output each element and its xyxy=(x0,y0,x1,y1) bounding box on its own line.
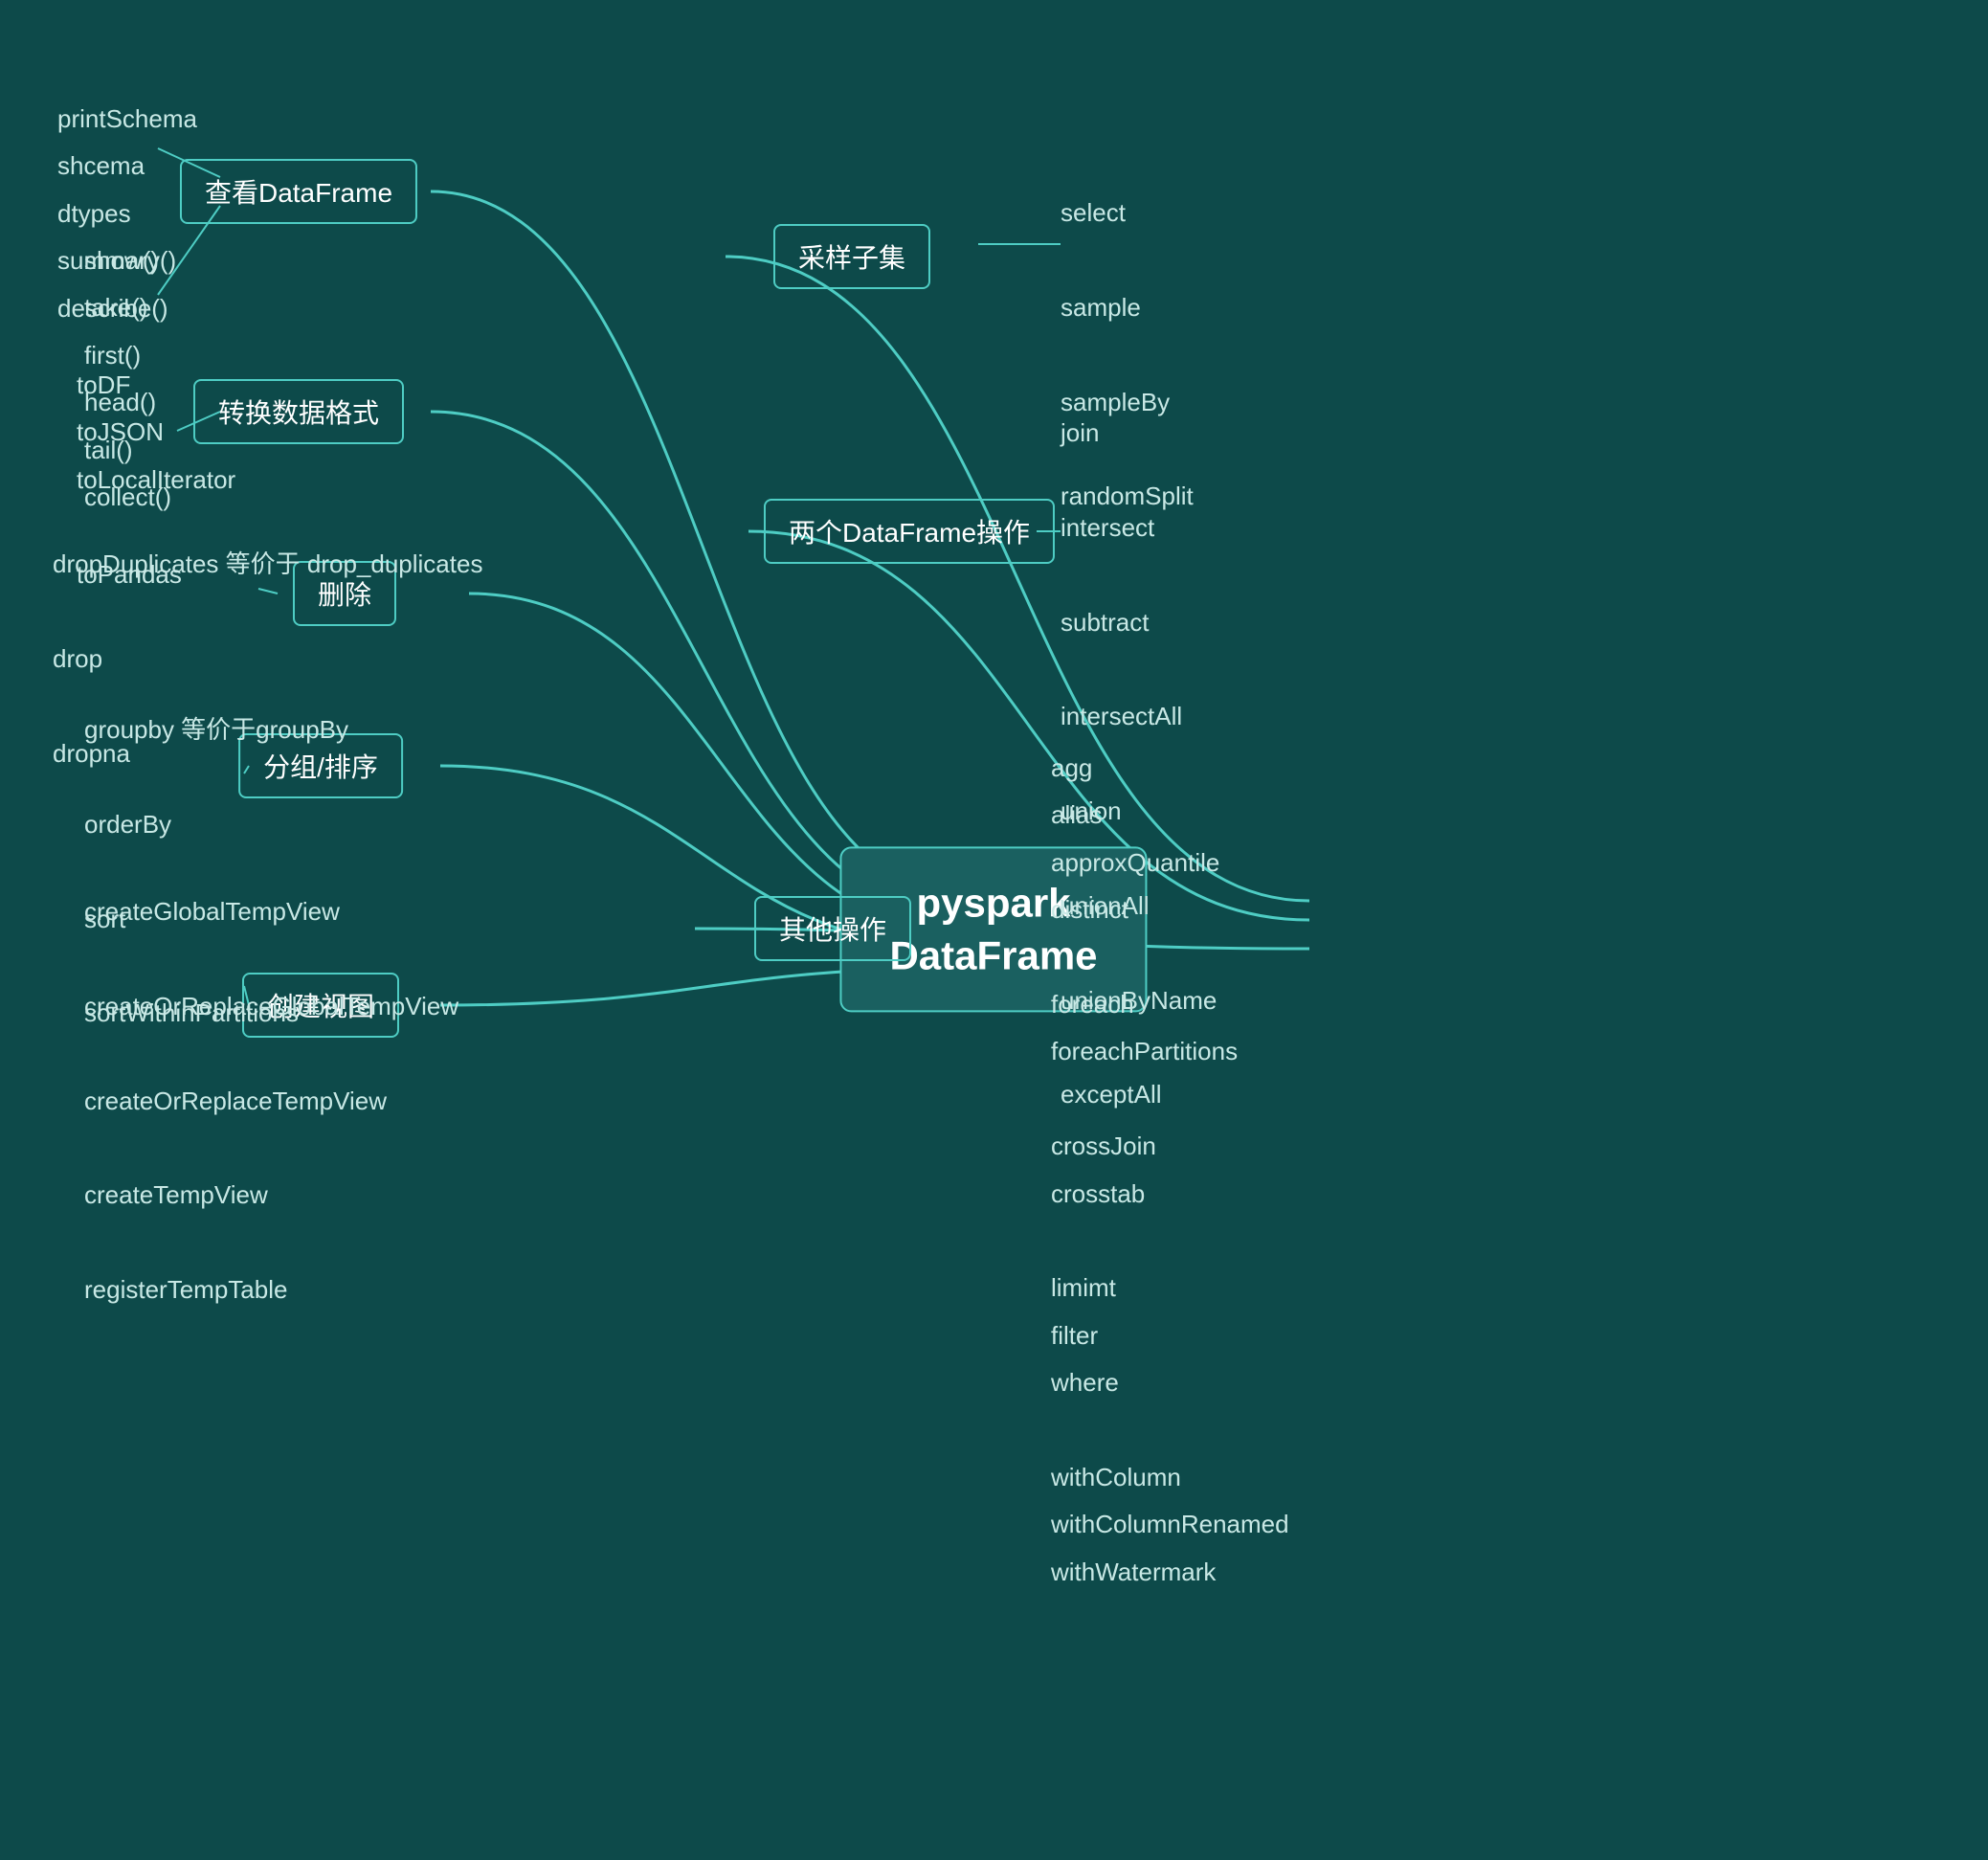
node-view-label: 查看DataFrame xyxy=(180,159,417,224)
leaf-other: aggaliasapproxQuantiledistinctforeachfor… xyxy=(1051,745,1289,1596)
mind-map: pysparkDataFrame 查看DataFrame 转换数据格式 删除 分… xyxy=(0,0,1988,1860)
node-view: 查看DataFrame xyxy=(180,159,417,224)
node-other-label: 其他操作 xyxy=(754,896,911,961)
node-twoop-label: 两个DataFrame操作 xyxy=(764,499,1055,564)
node-twoop: 两个DataFrame操作 xyxy=(764,499,1055,564)
leaf-createview: createGlobalTempViewcreateOrReplaceGloba… xyxy=(84,888,458,1314)
node-sample: 采样子集 xyxy=(773,224,930,289)
node-sample-label: 采样子集 xyxy=(773,224,930,289)
node-other: 其他操作 xyxy=(754,896,911,961)
